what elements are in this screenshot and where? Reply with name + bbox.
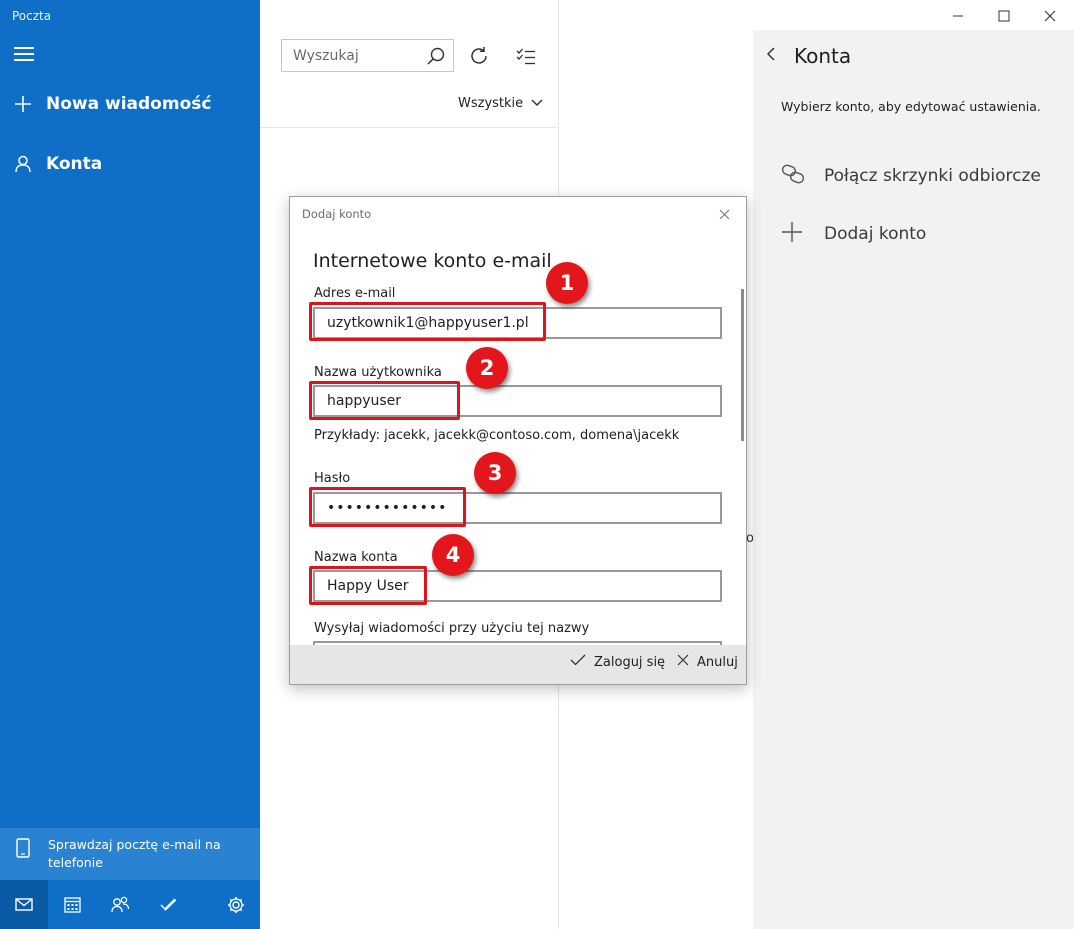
mail-icon[interactable] [0, 880, 48, 929]
bottom-app-bar [0, 880, 260, 929]
search-box [281, 39, 454, 72]
cancel-button[interactable]: Anuluj [677, 654, 738, 670]
calendar-icon[interactable] [48, 880, 96, 929]
dialog-footer: Zaloguj się Anuluj [290, 645, 746, 684]
cancel-label: Anuluj [697, 654, 738, 670]
account-name-field[interactable] [313, 570, 722, 602]
app-title: Poczta [12, 9, 52, 23]
chevron-down-icon [531, 96, 543, 111]
username-field[interactable] [313, 385, 722, 417]
accounts-panel-description: Wybierz konto, aby edytować ustawienia. [781, 99, 1041, 114]
sign-in-label: Zaloguj się [594, 654, 666, 670]
todo-icon[interactable] [144, 880, 192, 929]
email-field[interactable] [313, 307, 722, 339]
plus-icon [781, 221, 824, 247]
filter-dropdown[interactable]: Wszystkie [458, 96, 543, 111]
account-name-label: Nazwa konta [314, 550, 398, 565]
selection-mode-icon[interactable] [513, 43, 539, 69]
accounts-panel-title: Konta [794, 44, 852, 68]
close-icon[interactable] [716, 206, 732, 222]
settings-icon[interactable] [212, 880, 260, 929]
link-icon [781, 164, 824, 188]
checkmark-icon [570, 654, 586, 670]
close-icon [677, 654, 689, 670]
sync-icon[interactable] [466, 43, 492, 69]
link-inboxes-button[interactable]: Połącz skrzynki odbiorcze [781, 161, 1041, 191]
phone-icon [0, 828, 48, 880]
mobile-promo-link[interactable]: Sprawdzaj pocztę e-mail na telefonie [0, 828, 260, 880]
divider [260, 127, 559, 128]
send-as-label: Wysyłaj wiadomości przy użyciu tej nazwy [314, 621, 590, 636]
search-input[interactable] [282, 47, 420, 64]
add-account-label: Dodaj konto [824, 224, 927, 244]
username-hint: Przykłady: jacekk, jacekk@contoso.com, d… [314, 428, 680, 443]
password-field[interactable] [313, 492, 722, 524]
dialog-scrollbar[interactable] [741, 289, 744, 441]
email-label: Adres e-mail [314, 286, 396, 301]
username-label: Nazwa użytkownika [314, 365, 442, 380]
dialog-caption: Dodaj konto [302, 207, 372, 221]
new-message-label: Nowa wiadomość [46, 94, 212, 114]
filter-label: Wszystkie [458, 96, 524, 111]
minimize-button[interactable] [935, 0, 981, 32]
new-message-button[interactable]: Nowa wiadomość [0, 84, 260, 124]
mobile-promo-text: Sprawdzaj pocztę e-mail na telefonie [48, 837, 221, 870]
link-inboxes-label: Połącz skrzynki odbiorcze [824, 166, 1041, 186]
password-label: Hasło [314, 471, 351, 486]
plus-icon [0, 95, 46, 113]
sign-in-button[interactable]: Zaloguj się [570, 654, 665, 670]
accounts-button[interactable]: Konta [0, 144, 260, 184]
accounts-panel: Konta Wybierz konto, aby edytować ustawi… [753, 30, 1074, 929]
maximize-button[interactable] [981, 0, 1027, 32]
people-icon[interactable] [96, 880, 144, 929]
hamburger-menu-icon[interactable] [14, 47, 34, 61]
dialog-heading: Internetowe konto e-mail [313, 250, 552, 272]
navigation-pane: Poczta Nowa wiadomość Konta Sprawdzaj po… [0, 0, 260, 929]
search-icon[interactable] [420, 40, 452, 71]
person-icon [0, 155, 46, 173]
back-chevron-icon[interactable] [767, 44, 781, 64]
add-account-dialog: Dodaj konto Internetowe konto e-mail Adr… [289, 196, 747, 685]
accounts-label: Konta [46, 154, 103, 174]
add-account-button[interactable]: Dodaj konto [781, 219, 926, 249]
close-window-button[interactable] [1027, 0, 1073, 32]
